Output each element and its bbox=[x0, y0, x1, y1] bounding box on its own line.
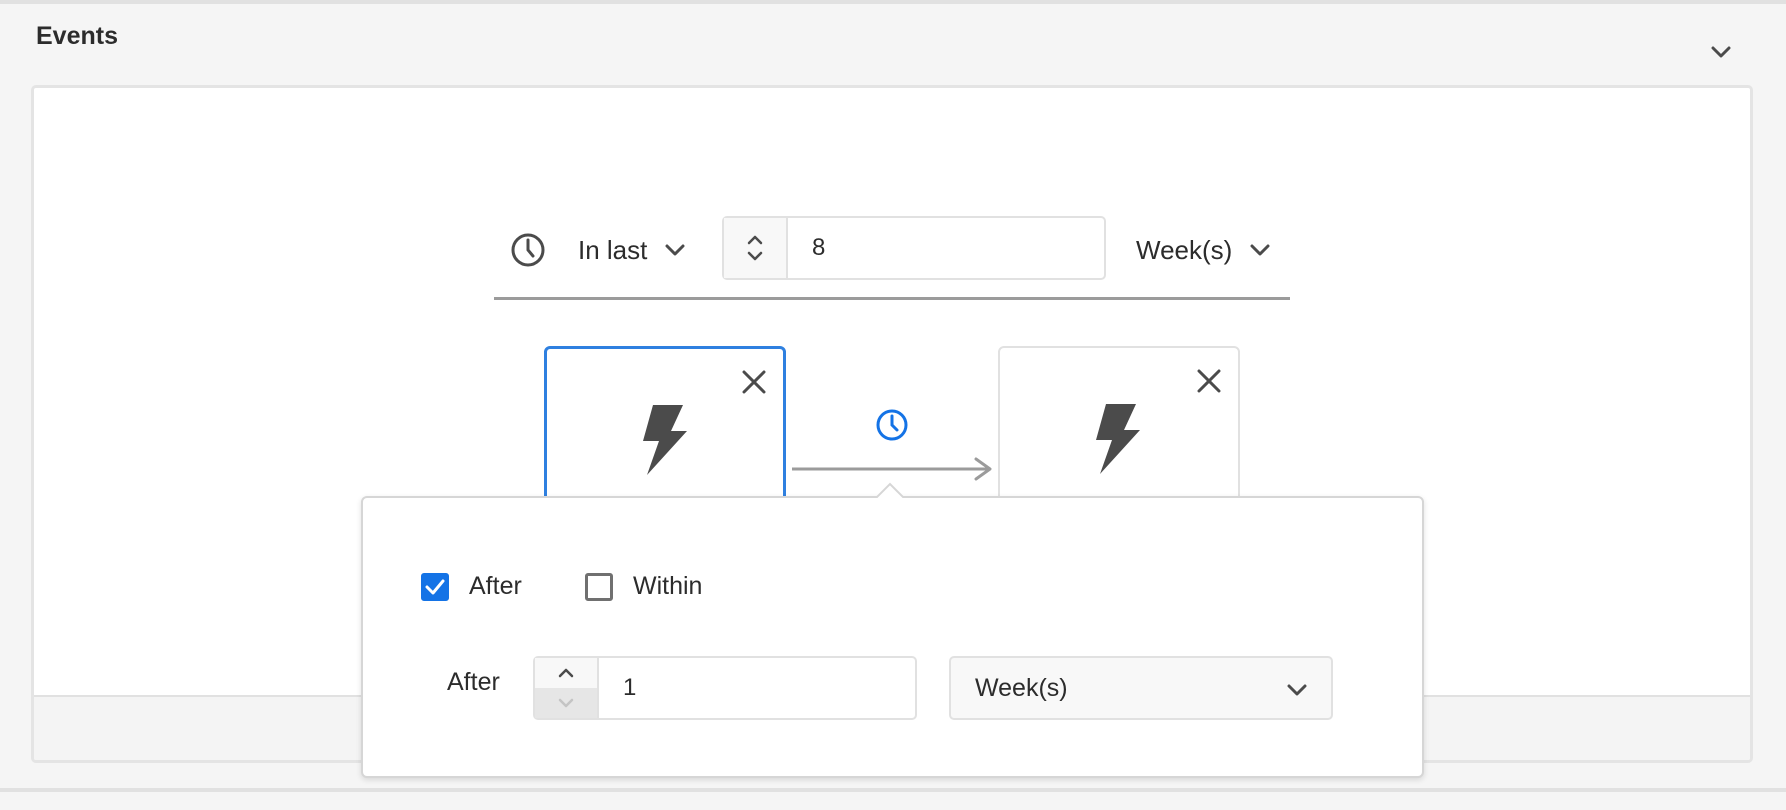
stepper-buttons bbox=[535, 658, 599, 718]
increment-chevron-up-icon[interactable] bbox=[535, 658, 597, 688]
collapse-chevron-icon[interactable] bbox=[1706, 38, 1736, 66]
timeframe-unit-dropdown[interactable]: Week(s) bbox=[1136, 230, 1270, 270]
timeframe-bar: In last 8 Week(s) bbox=[494, 214, 1290, 300]
after-checkbox-label: After bbox=[469, 572, 522, 600]
checkbox-unchecked-icon bbox=[585, 572, 613, 601]
chevron-down-icon bbox=[665, 244, 685, 256]
checkbox-checked-icon bbox=[421, 572, 449, 601]
timeframe-value-stepper[interactable]: 8 bbox=[722, 216, 1106, 280]
after-value-input[interactable]: 1 bbox=[599, 658, 915, 718]
after-value-stepper[interactable]: 1 bbox=[533, 656, 917, 720]
sequence-arrow bbox=[790, 456, 996, 482]
timeframe-value-input[interactable]: 8 bbox=[788, 218, 1104, 278]
after-unit-label: Week(s) bbox=[975, 673, 1068, 702]
remove-event-close-icon[interactable] bbox=[1194, 366, 1224, 396]
after-field-label: After bbox=[447, 668, 500, 696]
time-constraint-clock-icon[interactable] bbox=[875, 408, 909, 442]
after-unit-select[interactable]: Week(s) bbox=[949, 656, 1333, 720]
popover-pointer bbox=[875, 482, 905, 499]
within-checkbox-label: Within bbox=[633, 572, 703, 600]
lightning-icon bbox=[637, 401, 693, 477]
time-constraint-popover: After Within After 1 Week(s) bbox=[361, 496, 1424, 778]
timeframe-unit-label: Week(s) bbox=[1136, 234, 1233, 265]
chevron-down-icon bbox=[1287, 674, 1307, 703]
chevron-down-icon bbox=[1250, 244, 1270, 256]
remove-event-close-icon[interactable] bbox=[739, 367, 769, 397]
decrement-chevron-down-icon[interactable] bbox=[535, 688, 597, 718]
increment-chevron-up-icon[interactable] bbox=[747, 235, 763, 245]
after-checkbox[interactable]: After bbox=[421, 572, 522, 601]
event-card-2[interactable] bbox=[998, 346, 1240, 506]
timeframe-mode-label: In last bbox=[578, 234, 648, 265]
timeframe-mode-dropdown[interactable]: In last bbox=[578, 230, 685, 270]
event-card-1[interactable] bbox=[544, 346, 786, 506]
clock-icon bbox=[510, 232, 546, 268]
decrement-chevron-down-icon[interactable] bbox=[747, 251, 763, 261]
stepper-buttons bbox=[724, 218, 788, 278]
top-divider bbox=[0, 0, 1786, 4]
lightning-icon bbox=[1090, 400, 1146, 476]
section-title: Events bbox=[36, 22, 118, 50]
within-checkbox[interactable]: Within bbox=[585, 572, 702, 601]
bottom-divider bbox=[0, 788, 1786, 792]
